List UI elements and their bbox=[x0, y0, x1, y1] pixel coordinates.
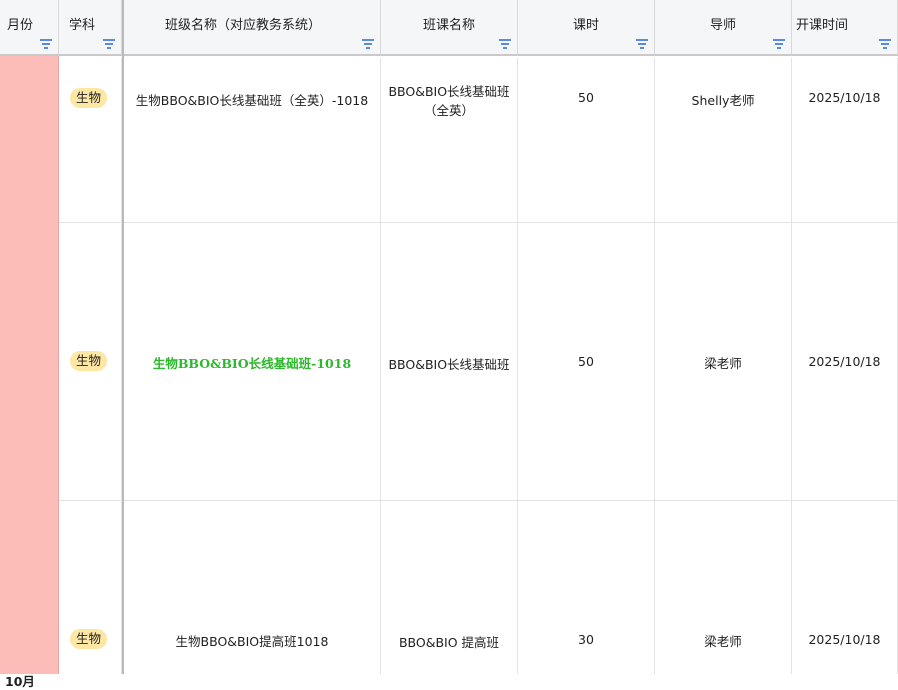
spreadsheet-grid: 月份 学科 班级名称（对应教务系统） 班课名称 课时 导师 开课时间 10月 生… bbox=[0, 0, 898, 689]
column-header-hours[interactable]: 课时 bbox=[518, 0, 655, 56]
teacher-text: 梁老师 bbox=[704, 634, 742, 649]
teacher-cell[interactable]: 梁老师 bbox=[655, 223, 792, 501]
class-name-text: 生物BBO&BIO长线基础班（全英）-1018 bbox=[135, 93, 369, 108]
frozen-column-divider[interactable] bbox=[122, 0, 124, 674]
hours-cell[interactable]: 30 bbox=[518, 501, 655, 674]
subject-cell[interactable]: 生物 bbox=[59, 223, 122, 501]
class-name-text: 生物BBO&BIO提高班1018 bbox=[175, 634, 329, 649]
column-header-label: 学科 bbox=[69, 18, 96, 33]
subject-cell[interactable]: 生物 bbox=[59, 58, 122, 223]
subject-tag: 生物 bbox=[70, 629, 108, 649]
class-name-cell[interactable]: 生物BBO&BIO提高班1018 bbox=[124, 501, 381, 674]
teacher-text: Shelly老师 bbox=[691, 93, 755, 108]
filter-icon[interactable] bbox=[636, 39, 648, 49]
column-header-label: 班级名称（对应教务系统） bbox=[165, 18, 322, 33]
column-header-label: 开课时间 bbox=[796, 18, 849, 33]
column-header-teacher[interactable]: 导师 bbox=[655, 0, 792, 56]
column-header-class-name[interactable]: 班级名称（对应教务系统） bbox=[124, 0, 381, 56]
hours-text: 50 bbox=[578, 90, 594, 105]
start-date-text: 2025/10/18 bbox=[808, 354, 881, 369]
start-date-cell[interactable]: 2025/10/18 bbox=[792, 58, 898, 223]
filter-icon[interactable] bbox=[362, 39, 374, 49]
column-header-label: 班课名称 bbox=[422, 18, 475, 33]
column-header-course-name[interactable]: 班课名称 bbox=[381, 0, 518, 56]
column-header-label: 课时 bbox=[572, 18, 599, 33]
teacher-text: 梁老师 bbox=[704, 356, 742, 371]
class-name-text-highlighted: 生物BBO&BIO长线基础班-1018 bbox=[152, 356, 352, 371]
filter-icon[interactable] bbox=[103, 39, 115, 49]
course-name-cell[interactable]: BBO&BIO长线基础班 bbox=[381, 223, 518, 501]
subject-tag: 生物 bbox=[70, 88, 108, 108]
subject-cell[interactable]: 生物 bbox=[59, 501, 122, 674]
column-header-label: 导师 bbox=[709, 18, 736, 33]
course-name-text: BBO&BIO 提高班 bbox=[398, 635, 500, 650]
start-date-cell[interactable]: 2025/10/18 bbox=[792, 223, 898, 501]
start-date-text: 2025/10/18 bbox=[808, 90, 881, 105]
hours-text: 30 bbox=[578, 632, 594, 647]
course-name-text: BBO&BIO长线基础班 bbox=[388, 357, 510, 372]
column-header-subject[interactable]: 学科 bbox=[59, 0, 122, 56]
hours-text: 50 bbox=[578, 354, 594, 369]
start-date-cell[interactable]: 2025/10/18 bbox=[792, 501, 898, 674]
column-header-label: 月份 bbox=[7, 18, 34, 33]
class-name-cell[interactable]: 生物BBO&BIO长线基础班（全英）-1018 bbox=[124, 58, 381, 223]
filter-icon[interactable] bbox=[773, 39, 785, 49]
hours-cell[interactable]: 50 bbox=[518, 58, 655, 223]
teacher-cell[interactable]: Shelly老师 bbox=[655, 58, 792, 223]
teacher-cell[interactable]: 梁老师 bbox=[655, 501, 792, 674]
course-name-line1: BBO&BIO长线基础班 bbox=[388, 84, 510, 99]
filter-icon[interactable] bbox=[879, 39, 891, 49]
column-header-start-date[interactable]: 开课时间 bbox=[792, 0, 898, 56]
course-name-line2: （全英） bbox=[423, 103, 474, 118]
hours-cell[interactable]: 50 bbox=[518, 223, 655, 501]
class-name-cell[interactable]: 生物BBO&BIO长线基础班-1018 bbox=[124, 223, 381, 501]
filter-icon[interactable] bbox=[40, 39, 52, 49]
course-name-cell[interactable]: BBO&BIO长线基础班 （全英） bbox=[381, 58, 518, 223]
course-name-cell[interactable]: BBO&BIO 提高班 bbox=[381, 501, 518, 674]
subject-tag: 生物 bbox=[70, 351, 108, 371]
filter-icon[interactable] bbox=[499, 39, 511, 49]
column-header-month[interactable]: 月份 bbox=[0, 0, 59, 56]
start-date-text: 2025/10/18 bbox=[808, 632, 881, 647]
month-cell[interactable]: 10月 bbox=[0, 56, 59, 689]
